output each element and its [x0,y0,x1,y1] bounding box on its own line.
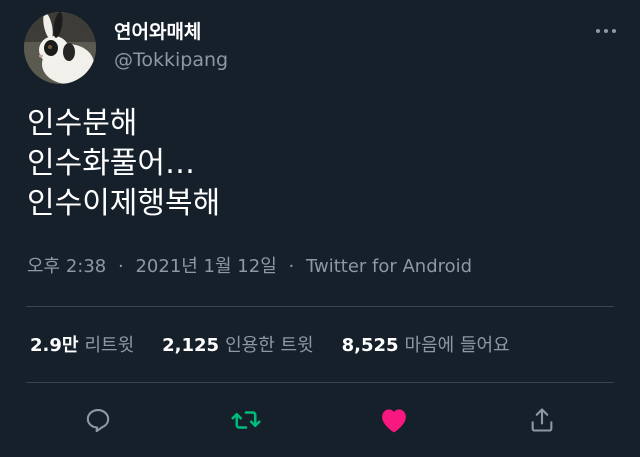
meta-separator: · [288,256,295,277]
like-button[interactable] [378,404,410,436]
more-dot [604,29,608,33]
user-info: 연어와매체 @Tokkipang [114,20,228,72]
more-dot [596,29,600,33]
tweet-actions [82,404,562,438]
avatar[interactable] [24,12,96,84]
tweet-source[interactable]: Twitter for Android [306,256,472,277]
more-dot [612,29,616,33]
tweet-header: 연어와매체 @Tokkipang [24,12,618,84]
quotes-label: 인용한 트윗 [225,335,314,356]
divider [26,382,614,383]
tweet-text-line: 인수분해 [27,106,138,141]
retweet-icon [231,411,261,429]
retweets-label: 리트윗 [84,335,135,356]
likes-count: 8,525 [341,335,399,356]
quotes-stat[interactable]: 2,125 인용한 트윗 [162,332,313,360]
likes-label: 마음에 들어요 [404,335,510,356]
quotes-count: 2,125 [162,335,220,356]
retweet-button[interactable] [230,404,262,436]
reply-icon [86,409,110,433]
retweets-stat[interactable]: 2.9만 리트윗 [30,332,134,360]
tweet-time[interactable]: 오후 2:38 [27,256,106,277]
heart-icon [382,409,406,433]
retweets-count: 2.9만 [30,335,79,356]
meta-separator: · [118,256,124,277]
share-icon [531,408,553,432]
more-options-icon[interactable] [594,26,618,36]
divider [26,306,614,307]
reply-button[interactable] [82,404,114,436]
tweet-text-line: 인수화풀어… [27,146,195,181]
tweet-text: 인수분해 인수화풀어… 인수이제행복해 [27,104,607,224]
rabbit-avatar-icon [24,12,96,84]
tweet-card: 연어와매체 @Tokkipang 인수분해 인수화풀어… 인수이제행복해 오후 … [0,0,640,457]
display-name[interactable]: 연어와매체 [114,20,228,46]
share-button[interactable] [526,404,558,436]
tweet-date[interactable]: 2021년 1월 12일 [135,256,276,277]
tweet-stats: 2.9만 리트윗 2,125 인용한 트윗 8,525 마음에 들어요 [30,332,510,360]
likes-stat[interactable]: 8,525 마음에 들어요 [342,332,510,360]
tweet-text-line: 인수이제행복해 [27,186,221,221]
tweet-meta: 오후 2:38 · 2021년 1월 12일 · Twitter for And… [27,254,472,280]
user-handle[interactable]: @Tokkipang [114,48,228,72]
